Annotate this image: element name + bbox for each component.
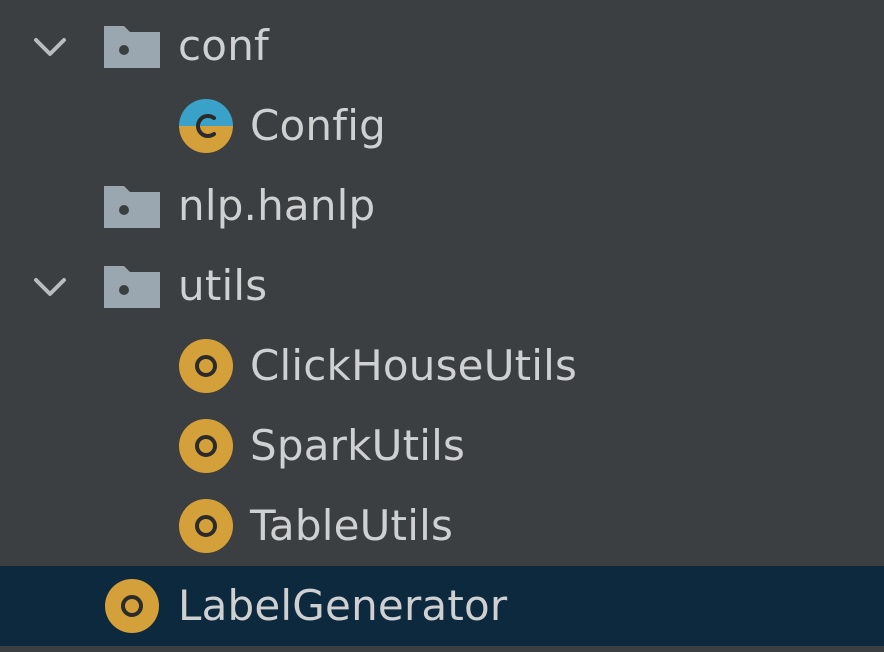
tree-item-label: conf	[178, 21, 269, 70]
package-folder-icon	[104, 186, 160, 228]
tree-item-label: TableUtils	[250, 501, 454, 550]
scala-object-icon	[179, 419, 233, 473]
chevron-down-icon[interactable]	[30, 270, 70, 302]
tree-item-conf[interactable]: conf	[0, 6, 884, 86]
tree-item-tableutils[interactable]: TableUtils	[0, 486, 884, 566]
scala-object-icon	[179, 499, 233, 553]
tree-item-utils[interactable]: utils	[0, 246, 884, 326]
chevron-down-icon[interactable]	[30, 30, 70, 62]
tree-item-config[interactable]: Config	[0, 86, 884, 166]
tree-item-label: ClickHouseUtils	[250, 341, 578, 390]
package-folder-icon	[104, 266, 160, 308]
tree-item-nlp-hanlp[interactable]: nlp.hanlp	[0, 166, 884, 246]
tree-item-label: utils	[178, 261, 268, 310]
config-class-icon	[179, 99, 233, 153]
project-tree: conf Config nlp.hanlp utils ClickHouseUt…	[0, 0, 884, 652]
tree-item-labelgenerator[interactable]: LabelGenerator	[0, 566, 884, 646]
tree-item-label: SparkUtils	[250, 421, 466, 470]
tree-item-label: LabelGenerator	[178, 581, 508, 630]
scala-object-icon	[105, 579, 159, 633]
tree-item-label: nlp.hanlp	[178, 181, 376, 230]
tree-item-clickhouseutils[interactable]: ClickHouseUtils	[0, 326, 884, 406]
package-folder-icon	[104, 26, 160, 68]
tree-item-label: Config	[250, 101, 386, 150]
scala-object-icon	[179, 339, 233, 393]
tree-item-sparkutils[interactable]: SparkUtils	[0, 406, 884, 486]
